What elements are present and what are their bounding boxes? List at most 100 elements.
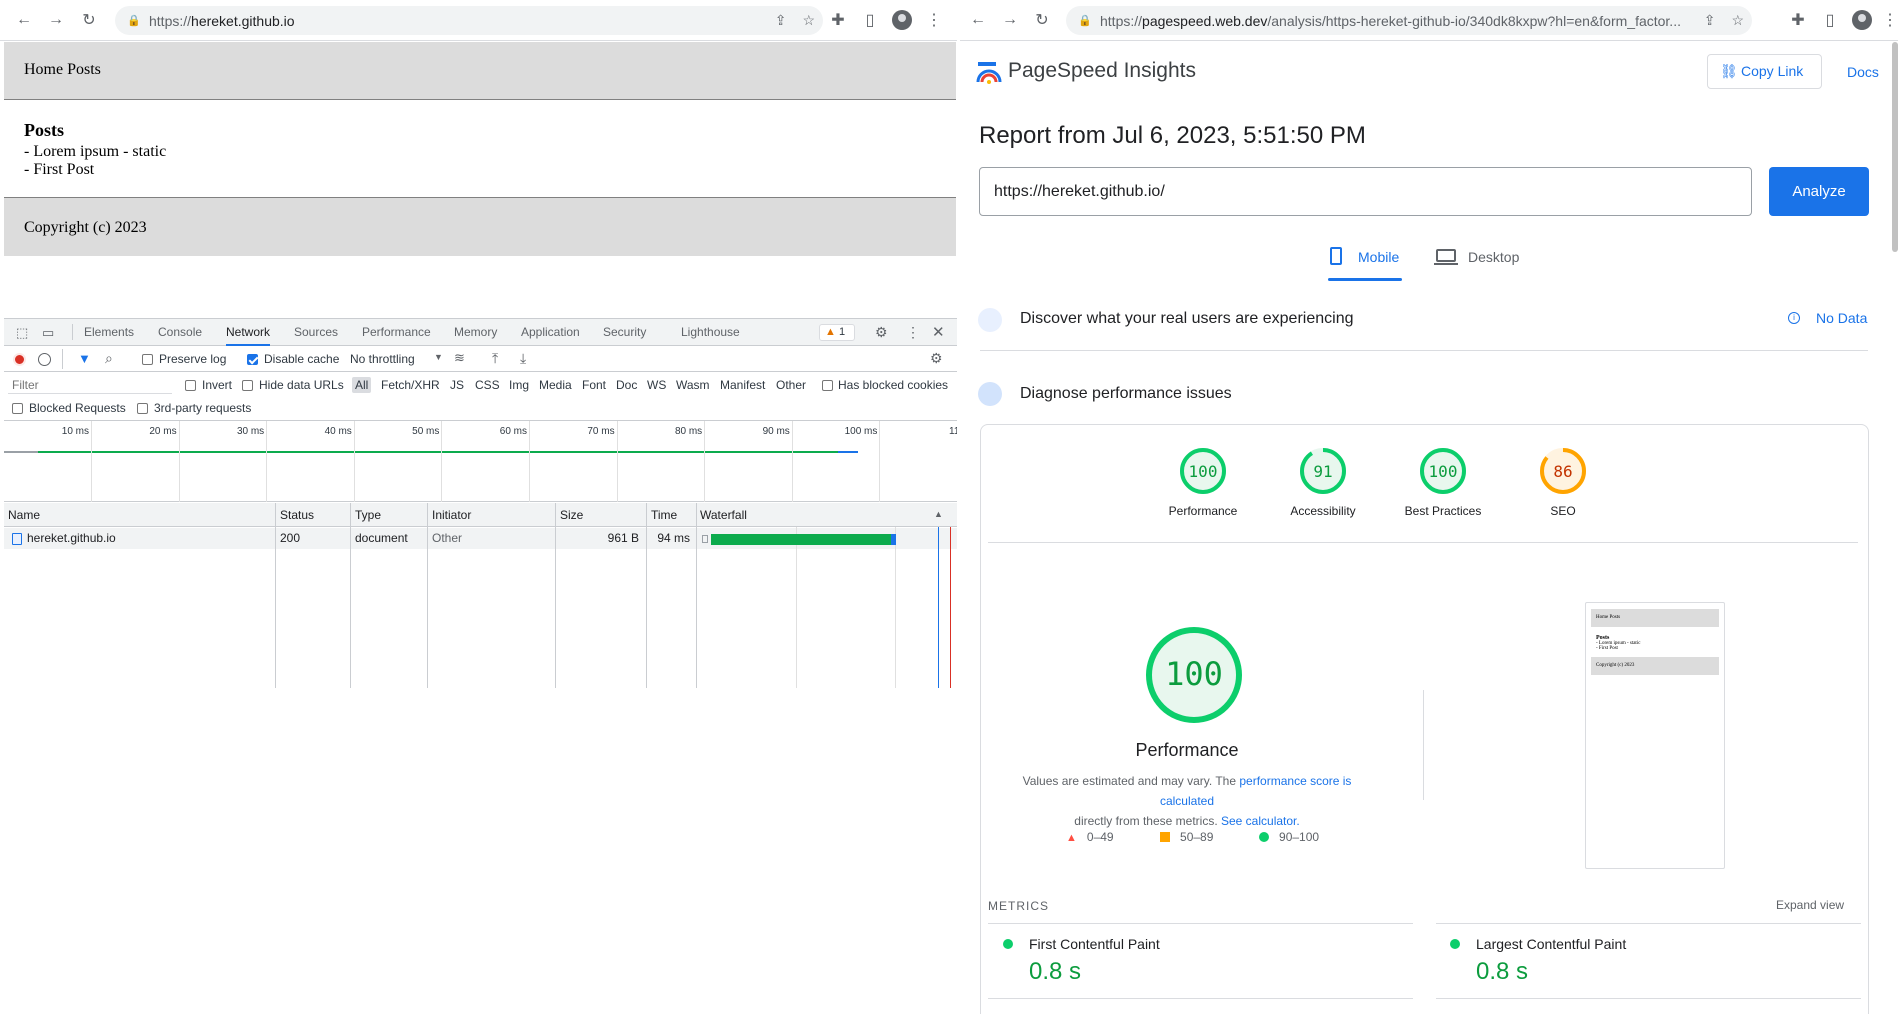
network-overview[interactable]: 10 ms 20 ms 30 ms 40 ms 50 ms 60 ms 70 ms 80 ms… <box>4 421 957 502</box>
close-icon[interactable]: ✕ <box>932 323 945 341</box>
star-icon[interactable]: ☆ <box>802 12 815 29</box>
see-calculator-link[interactable]: See calculator. <box>1221 814 1300 828</box>
col-waterfall[interactable]: Waterfall <box>696 503 747 527</box>
tab-network[interactable]: Network <box>226 319 271 346</box>
throttling-select[interactable]: No throttling <box>350 352 415 366</box>
profile-icon[interactable] <box>1850 8 1874 32</box>
filter-type-media[interactable]: Media <box>539 378 572 392</box>
score-gauge-best-practices[interactable]: 100 Best Practices <box>1383 446 1503 518</box>
blocked-requests-checkbox[interactable] <box>12 403 23 414</box>
tab-sources[interactable]: Sources <box>294 319 338 346</box>
share-icon[interactable]: ⇪ <box>1704 12 1716 29</box>
col-status[interactable]: Status <box>276 503 314 527</box>
reload-icon[interactable]: ↻ <box>77 8 101 32</box>
analyze-button[interactable]: Analyze <box>1769 167 1869 216</box>
record-icon[interactable] <box>13 353 26 366</box>
filter-type-doc[interactable]: Doc <box>616 378 637 392</box>
menu-icon[interactable]: ⋮ <box>1878 8 1898 32</box>
extensions-icon[interactable]: ✚ <box>1786 8 1810 32</box>
post-link[interactable]: - First Post <box>24 161 94 179</box>
score-gauge-seo[interactable]: 86 SEO <box>1503 446 1623 518</box>
url-input[interactable] <box>979 167 1752 216</box>
copy-link-button[interactable]: ⛓ Copy Link <box>1707 54 1822 89</box>
disable-cache-checkbox[interactable] <box>247 354 258 365</box>
score-gauge-performance[interactable]: 100 Performance <box>1143 446 1263 518</box>
score-gauge-accessibility[interactable]: 91 Accessibility <box>1263 446 1383 518</box>
device-toolbar-icon[interactable]: ▭ <box>42 325 54 341</box>
invert-checkbox[interactable] <box>185 380 196 391</box>
tab-mobile[interactable]: Mobile <box>1328 245 1402 281</box>
inspect-icon[interactable]: ⬚ <box>16 325 28 341</box>
preserve-log-checkbox[interactable] <box>142 354 153 365</box>
no-data-label[interactable]: No Data <box>1816 310 1867 326</box>
address-bar[interactable]: 🔒 https://pagespeed.web.dev/analysis/htt… <box>1066 6 1752 35</box>
extensions-icon[interactable]: ✚ <box>826 8 850 32</box>
post-link[interactable]: - Lorem ipsum - static <box>24 143 166 161</box>
search-icon[interactable]: ⌕ <box>105 350 113 367</box>
network-settings-icon[interactable]: ⚙ <box>930 350 943 367</box>
share-icon[interactable]: ⇪ <box>775 12 787 29</box>
col-type[interactable]: Type <box>351 503 381 527</box>
warning-badge[interactable]: ▲ 1 <box>819 324 855 341</box>
third-party-checkbox[interactable] <box>137 403 148 414</box>
filter-type-ws[interactable]: WS <box>647 378 666 392</box>
tab-console[interactable]: Console <box>158 319 202 346</box>
timeline-gridline <box>791 421 793 502</box>
lock-icon: 🔒 <box>1078 15 1092 27</box>
filter-type-img[interactable]: Img <box>509 378 529 392</box>
page-screenshot-thumbnail[interactable]: Home Posts Posts - Lorem ipsum - static … <box>1585 602 1725 869</box>
col-time[interactable]: Time <box>647 503 677 527</box>
docs-link[interactable]: Docs <box>1847 64 1879 80</box>
browser-toolbar: ← → ↻ 🔒 https://pagespeed.web.dev/analys… <box>960 0 1898 41</box>
col-size[interactable]: Size <box>556 503 583 527</box>
tab-elements[interactable]: Elements <box>84 319 134 346</box>
forward-icon[interactable]: → <box>44 8 68 32</box>
profile-icon[interactable] <box>890 8 914 32</box>
lock-icon: 🔒 <box>127 15 141 27</box>
tab-security[interactable]: Security <box>603 319 646 346</box>
blocked-cookies-checkbox[interactable] <box>822 380 833 391</box>
filter-type-fetch[interactable]: Fetch/XHR <box>381 378 440 392</box>
col-name[interactable]: Name <box>4 503 40 527</box>
tab-application[interactable]: Application <box>521 319 580 346</box>
hide-data-urls-checkbox[interactable] <box>242 380 253 391</box>
tab-memory[interactable]: Memory <box>454 319 497 346</box>
filter-type-js[interactable]: JS <box>450 378 464 392</box>
side-panel-icon[interactable]: ▯ <box>858 8 882 32</box>
menu-icon[interactable]: ⋮ <box>922 8 946 32</box>
forward-icon[interactable]: → <box>998 8 1022 32</box>
site-nav[interactable]: Home Posts <box>24 61 101 79</box>
filter-icon[interactable]: ▼ <box>78 351 91 366</box>
side-panel-icon[interactable]: ▯ <box>1818 8 1842 32</box>
filter-type-wasm[interactable]: Wasm <box>676 378 710 392</box>
brand-title[interactable]: PageSpeed Insights <box>1008 59 1196 83</box>
settings-gear-icon[interactable]: ⚙ <box>875 324 888 341</box>
star-icon[interactable]: ☆ <box>1731 12 1744 29</box>
export-har-icon[interactable]: ⤓ <box>520 350 526 367</box>
filter-type-manifest[interactable]: Manifest <box>720 378 765 392</box>
waterfall-queue <box>702 535 708 543</box>
info-icon[interactable]: i <box>1788 312 1800 324</box>
divider <box>1436 923 1861 924</box>
tab-performance[interactable]: Performance <box>362 319 431 346</box>
address-bar[interactable]: 🔒 https://hereket.github.io ⇪ ☆ <box>115 6 823 35</box>
back-icon[interactable]: ← <box>966 8 990 32</box>
filter-type-other[interactable]: Other <box>776 378 806 392</box>
tab-lighthouse[interactable]: Lighthouse <box>681 319 740 346</box>
reload-icon[interactable]: ↻ <box>1030 8 1054 32</box>
col-initiator[interactable]: Initiator <box>428 503 471 527</box>
filter-type-css[interactable]: CSS <box>475 378 500 392</box>
expand-view-button[interactable]: Expand view <box>1776 898 1844 912</box>
filter-bar-2: Blocked Requests 3rd-party requests <box>4 397 957 421</box>
filter-input[interactable] <box>8 376 172 394</box>
import-har-icon[interactable]: ⤒ <box>492 350 498 367</box>
filter-type-all[interactable]: All <box>352 377 372 393</box>
network-conditions-icon[interactable]: ≋ <box>454 350 465 366</box>
thumb-line: - First Post <box>1596 646 1618 651</box>
clear-icon[interactable] <box>38 353 51 366</box>
more-options-icon[interactable]: ⋮ <box>906 324 920 341</box>
timeline-gridline <box>704 421 706 502</box>
scrollbar[interactable] <box>1892 42 1898 252</box>
back-icon[interactable]: ← <box>12 8 36 32</box>
filter-type-font[interactable]: Font <box>582 378 606 392</box>
